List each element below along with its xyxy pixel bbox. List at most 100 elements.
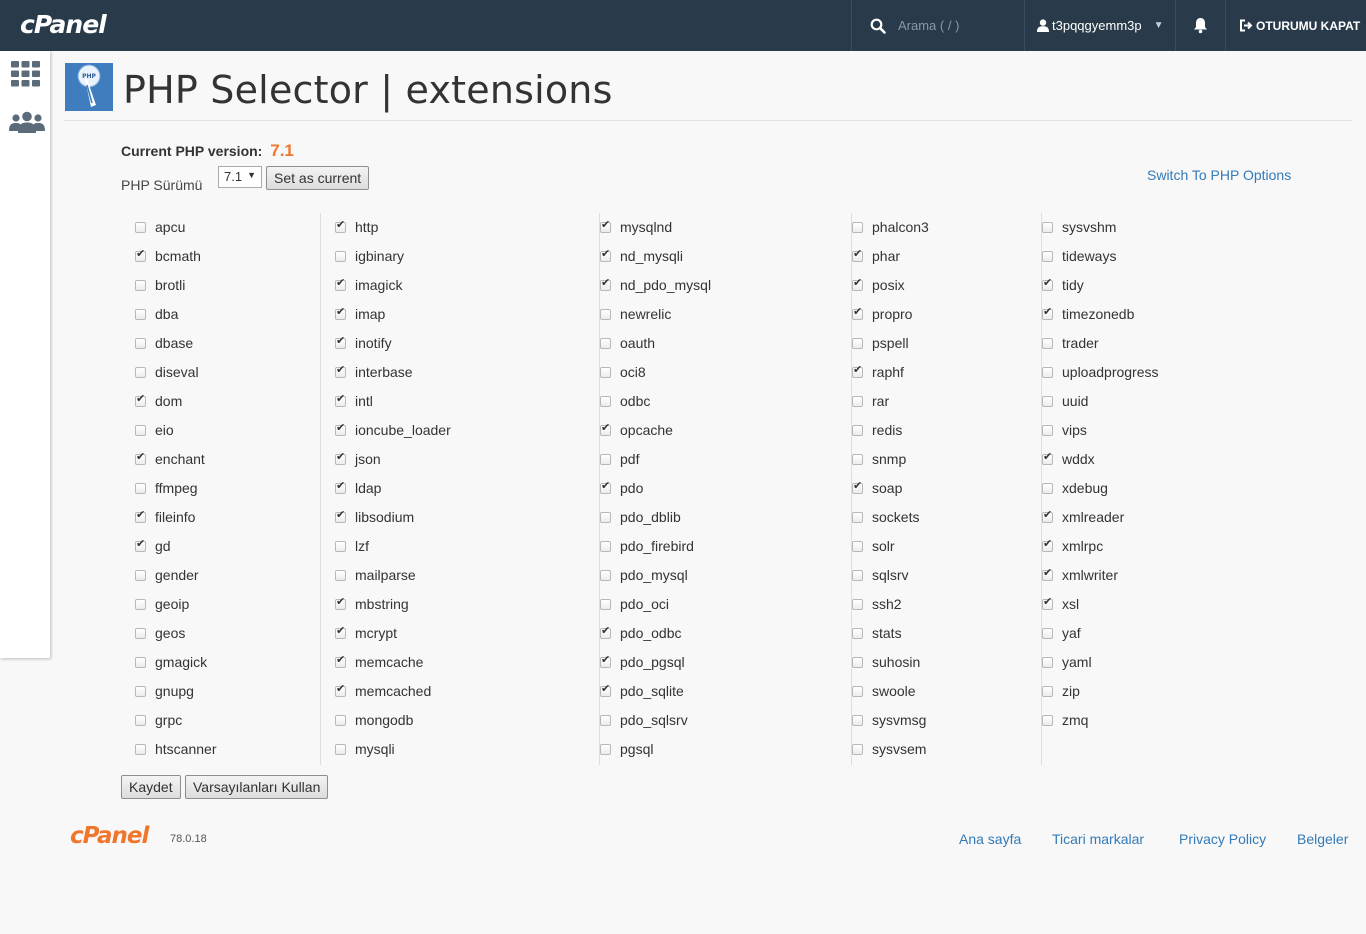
extension-item[interactable]: pdf — [600, 449, 639, 469]
extension-checkbox[interactable] — [1042, 508, 1053, 523]
extension-checkbox[interactable] — [600, 395, 611, 407]
extension-checkbox[interactable] — [135, 656, 146, 668]
extension-checkbox[interactable] — [335, 508, 346, 523]
extension-checkbox[interactable] — [852, 453, 863, 465]
extension-item[interactable]: mysqlnd — [600, 217, 672, 237]
extension-checkbox[interactable] — [335, 624, 346, 639]
extension-item[interactable]: mysqli — [335, 739, 395, 759]
extension-item[interactable]: mongodb — [335, 710, 413, 730]
extension-item[interactable]: lzf — [335, 536, 369, 556]
footer-link-trademarks[interactable]: Ticari markalar — [1052, 831, 1144, 847]
extension-item[interactable]: htscanner — [135, 739, 216, 759]
extension-item[interactable]: mcrypt — [335, 623, 397, 643]
extension-checkbox[interactable] — [335, 363, 346, 378]
extension-checkbox[interactable] — [335, 595, 346, 610]
extension-item[interactable]: xdebug — [1042, 478, 1108, 498]
extension-item[interactable]: mailparse — [335, 565, 416, 585]
extension-item[interactable]: pdo_oci — [600, 594, 669, 614]
extension-item[interactable]: xmlreader — [1042, 507, 1124, 527]
extension-checkbox[interactable] — [600, 247, 611, 262]
extension-item[interactable]: gnupg — [135, 681, 194, 701]
extension-item[interactable]: sysvshm — [1042, 217, 1116, 237]
extension-item[interactable]: nd_mysqli — [600, 246, 683, 266]
extension-item[interactable]: timezonedb — [1042, 304, 1134, 324]
extension-item[interactable]: memcached — [335, 681, 431, 701]
extension-checkbox[interactable] — [600, 511, 611, 523]
extension-checkbox[interactable] — [335, 421, 346, 436]
extension-item[interactable]: dbase — [135, 333, 193, 353]
extension-item[interactable]: newrelic — [600, 304, 671, 324]
extension-checkbox[interactable] — [852, 627, 863, 639]
extension-checkbox[interactable] — [135, 627, 146, 639]
extension-checkbox[interactable] — [600, 308, 611, 320]
extension-checkbox[interactable] — [1042, 685, 1053, 697]
extension-checkbox[interactable] — [852, 363, 863, 378]
extension-item[interactable]: suhosin — [852, 652, 920, 672]
extension-checkbox[interactable] — [135, 308, 146, 320]
extension-item[interactable]: gender — [135, 565, 199, 585]
use-defaults-button[interactable]: Varsayılanları Kullan — [185, 775, 329, 799]
extension-checkbox[interactable] — [600, 743, 611, 755]
footer-cpanel-logo[interactable]: cPanel — [70, 823, 149, 849]
extension-item[interactable]: redis — [852, 420, 902, 440]
extension-checkbox[interactable] — [335, 479, 346, 494]
extension-item[interactable]: intl — [335, 391, 373, 411]
extension-checkbox[interactable] — [135, 221, 146, 233]
save-button[interactable]: Kaydet — [121, 775, 181, 799]
extension-checkbox[interactable] — [600, 682, 611, 697]
extension-item[interactable]: dom — [135, 391, 182, 411]
users-icon[interactable] — [9, 111, 45, 133]
extension-item[interactable]: pdo_dblib — [600, 507, 681, 527]
extension-checkbox[interactable] — [600, 569, 611, 581]
extension-checkbox[interactable] — [335, 305, 346, 320]
extension-checkbox[interactable] — [1042, 537, 1053, 552]
extension-checkbox[interactable] — [600, 276, 611, 291]
extension-checkbox[interactable] — [135, 392, 146, 407]
extension-checkbox[interactable] — [600, 421, 611, 436]
extension-checkbox[interactable] — [335, 276, 346, 291]
extension-item[interactable]: stats — [852, 623, 902, 643]
footer-link-privacy-policy[interactable]: Privacy Policy — [1179, 831, 1266, 847]
user-menu[interactable]: t3pqqgyemm3p ▼ — [1025, 0, 1176, 51]
extension-checkbox[interactable] — [335, 450, 346, 465]
php-version-select[interactable]: 7.1 ▼ — [218, 166, 262, 188]
extension-item[interactable]: sysvsem — [852, 739, 926, 759]
extension-checkbox[interactable] — [1042, 595, 1053, 610]
extension-checkbox[interactable] — [135, 247, 146, 262]
extension-item[interactable]: sysvmsg — [852, 710, 926, 730]
search-box[interactable]: Arama ( / ) — [851, 0, 1025, 51]
extension-checkbox[interactable] — [852, 714, 863, 726]
extension-item[interactable]: pdo_firebird — [600, 536, 694, 556]
extension-checkbox[interactable] — [135, 450, 146, 465]
extension-checkbox[interactable] — [600, 540, 611, 552]
extension-checkbox[interactable] — [335, 682, 346, 697]
extension-checkbox[interactable] — [1042, 221, 1053, 233]
extension-checkbox[interactable] — [600, 453, 611, 465]
extension-item[interactable]: uploadprogress — [1042, 362, 1159, 382]
extension-item[interactable]: pdo_mysql — [600, 565, 688, 585]
extension-checkbox[interactable] — [335, 540, 346, 552]
extension-checkbox[interactable] — [852, 337, 863, 349]
extension-checkbox[interactable] — [335, 250, 346, 262]
extension-checkbox[interactable] — [852, 305, 863, 320]
extension-item[interactable]: pdo_sqlsrv — [600, 710, 688, 730]
extension-checkbox[interactable] — [852, 221, 863, 233]
extension-item[interactable]: snmp — [852, 449, 906, 469]
extension-checkbox[interactable] — [135, 508, 146, 523]
extension-item[interactable]: diseval — [135, 362, 199, 382]
extension-item[interactable]: wddx — [1042, 449, 1095, 469]
grid-apps-icon[interactable] — [11, 61, 41, 87]
extension-checkbox[interactable] — [1042, 656, 1053, 668]
extension-item[interactable]: gd — [135, 536, 171, 556]
extension-item[interactable]: geoip — [135, 594, 189, 614]
extension-item[interactable]: propro — [852, 304, 912, 324]
extension-item[interactable]: tidy — [1042, 275, 1084, 295]
extension-item[interactable]: swoole — [852, 681, 916, 701]
extension-checkbox[interactable] — [135, 685, 146, 697]
extension-checkbox[interactable] — [1042, 482, 1053, 494]
extension-item[interactable]: pdo — [600, 478, 643, 498]
extension-checkbox[interactable] — [852, 569, 863, 581]
extension-checkbox[interactable] — [852, 247, 863, 262]
extension-checkbox[interactable] — [852, 743, 863, 755]
cpanel-logo[interactable]: cPanel — [20, 10, 107, 39]
